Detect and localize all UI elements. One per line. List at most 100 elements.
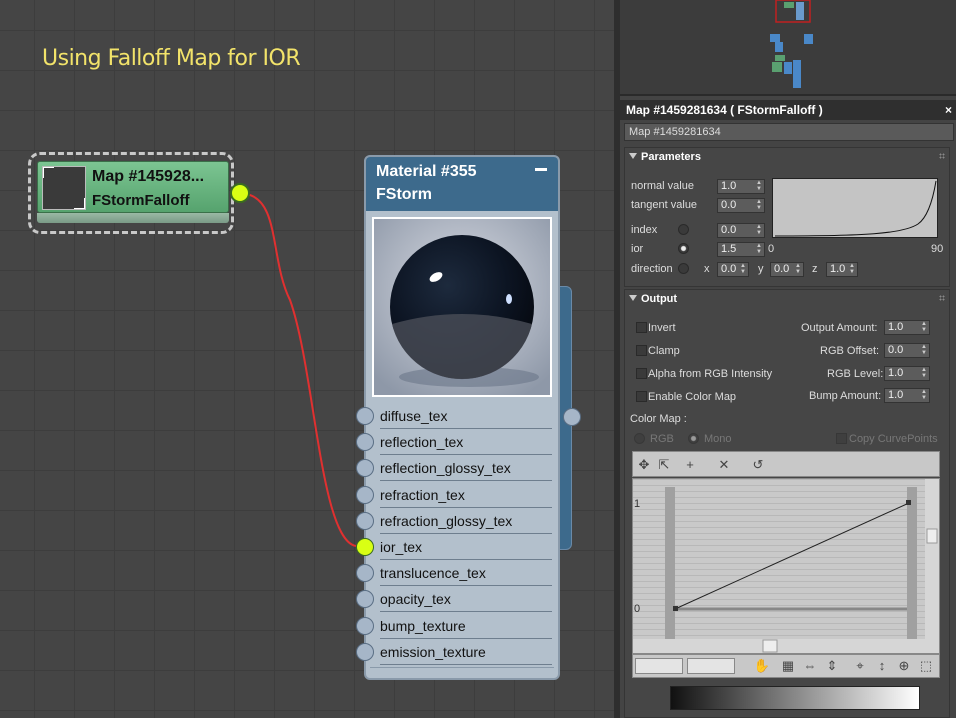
tangent-value-spinner[interactable]: 0.0 ▲ ▼ — [717, 198, 765, 213]
scale-point-icon[interactable]: ⇱ — [655, 456, 673, 474]
ior-value: 1.5 — [721, 243, 737, 255]
zoom-vertical-icon[interactable]: ⇕ — [823, 657, 841, 675]
tangent-value-label: tangent value — [631, 199, 698, 211]
y-spinner[interactable]: 0.0 ▲ ▼ — [770, 262, 804, 277]
mono-label: Mono — [704, 433, 732, 445]
clamp-checkbox[interactable] — [636, 345, 647, 356]
material-slot-emission-texture[interactable]: emission_texture — [356, 639, 558, 665]
rgb-level-label: RGB Level: — [827, 368, 884, 380]
parameters-rollup-header[interactable]: Parameters — [625, 148, 949, 168]
copy-curvepoints-checkbox[interactable] — [836, 433, 847, 444]
minimize-icon[interactable] — [534, 165, 548, 173]
slot-label: refraction_tex — [380, 486, 465, 503]
scale-icon[interactable]: ↕ — [873, 657, 891, 675]
rgb-level-value: 1.0 — [888, 367, 904, 379]
navigator-view[interactable] — [620, 0, 956, 96]
direction-radio[interactable] — [678, 263, 689, 274]
move-icon[interactable]: ✥ — [635, 456, 653, 474]
tangent-value: 0.0 — [721, 199, 737, 211]
rgb-level-spinner[interactable]: 1.0 ▲ ▼ — [884, 366, 930, 381]
zoom-extents-icon[interactable]: ▦ — [779, 657, 797, 675]
material-slot-reflection-glossy-tex[interactable]: reflection_glossy_tex — [356, 455, 558, 482]
gradient-preview — [670, 686, 920, 710]
index-radio[interactable] — [678, 224, 689, 235]
color-map-graph[interactable] — [632, 478, 940, 654]
material-slot-refraction-glossy-tex[interactable]: refraction_glossy_tex — [356, 508, 558, 534]
z-spinner[interactable]: 1.0 ▲ ▼ — [826, 262, 858, 277]
output-rollup-header[interactable]: Output — [625, 290, 949, 310]
map-node-footer — [37, 213, 229, 223]
falloff-curve-graph — [772, 178, 938, 238]
coord-field-y[interactable] — [687, 658, 735, 674]
ior-spinner[interactable]: 1.5 ▲ ▼ — [717, 242, 765, 257]
input-socket[interactable] — [356, 564, 374, 583]
copy-curvepoints-label: Copy CurvePoints — [849, 433, 938, 445]
material-slot-bump-texture[interactable]: bump_texture — [356, 613, 558, 639]
enable-color-map-checkbox[interactable] — [636, 391, 647, 402]
zoom-region-box-icon[interactable]: ⬚ — [917, 657, 935, 675]
material-slot-refraction-tex[interactable]: refraction_tex — [356, 482, 558, 508]
input-socket[interactable] — [356, 459, 374, 478]
color-map-label: Color Map : — [630, 413, 687, 425]
close-icon[interactable]: × — [945, 103, 952, 117]
zoom-region-icon[interactable]: ⌖ — [851, 657, 869, 675]
normal-value-spinner[interactable]: 1.0 ▲ ▼ — [717, 179, 765, 194]
zoom-horizontal-icon[interactable]: ⇔ — [801, 657, 819, 675]
map-output-socket[interactable] — [230, 183, 250, 203]
input-socket[interactable] — [356, 433, 374, 452]
rgb-label: RGB — [650, 433, 674, 445]
map-node-header: Map #145928... FStormFalloff — [37, 161, 229, 213]
panel-title: Map #1459281634 ( FStormFalloff ) × — [620, 100, 956, 120]
node-editor-canvas[interactable]: Using Falloff Map for IOR Map #145928...… — [0, 0, 614, 718]
input-socket[interactable] — [356, 642, 374, 661]
coord-field-x[interactable] — [635, 658, 683, 674]
map-name-field[interactable]: Map #1459281634 — [624, 123, 954, 141]
grip-icon — [939, 295, 945, 301]
slot-label: reflection_tex — [380, 434, 464, 451]
output-amount-value: 1.0 — [888, 321, 904, 333]
input-socket[interactable] — [356, 407, 374, 425]
input-socket[interactable] — [356, 590, 374, 609]
material-slot-opacity-tex[interactable]: opacity_tex — [356, 586, 558, 613]
material-output-socket[interactable] — [563, 408, 581, 426]
input-socket[interactable] — [356, 485, 374, 504]
material-slot-reflection-tex[interactable]: reflection_tex — [356, 429, 558, 456]
alpha-checkbox[interactable] — [636, 368, 647, 379]
rgb-offset-spinner[interactable]: 0.0 ▲ ▼ — [884, 343, 930, 358]
slot-label: opacity_tex — [380, 591, 451, 608]
reset-curve-icon[interactable]: ↺ — [749, 456, 767, 474]
bump-amount-spinner[interactable]: 1.0 ▲ ▼ — [884, 388, 930, 403]
add-point-icon[interactable]: + — [681, 456, 699, 474]
index-spinner[interactable]: 0.0 ▲ ▼ — [717, 223, 765, 238]
normal-value: 1.0 — [721, 180, 737, 192]
map-thumbnail — [42, 166, 86, 210]
y-value: 0.0 — [774, 263, 790, 275]
material-slot-translucence-tex[interactable]: translucence_tex — [356, 560, 558, 587]
slot-label: translucence_tex — [380, 565, 486, 582]
slot-label: diffuse_tex — [380, 408, 448, 424]
material-slot-diffuse-tex[interactable]: diffuse_tex — [356, 403, 558, 429]
input-socket[interactable] — [356, 538, 374, 556]
map-node[interactable]: Map #145928... FStormFalloff — [28, 152, 234, 234]
ior-radio[interactable] — [678, 243, 689, 254]
curve-max-label: 90 — [931, 243, 944, 255]
mono-radio[interactable] — [688, 433, 699, 444]
invert-checkbox[interactable] — [636, 322, 647, 333]
x-spinner[interactable]: 0.0 ▲ ▼ — [717, 262, 749, 277]
index-value: 0.0 — [721, 224, 737, 236]
material-slot-ior-tex[interactable]: ior_tex — [356, 534, 558, 560]
zoom-icon[interactable]: ⊕ — [895, 657, 913, 675]
slot-divider — [380, 663, 552, 665]
delete-point-icon[interactable]: ✕ — [715, 456, 733, 474]
pan-icon[interactable]: ✋ — [753, 657, 771, 675]
normal-value-label: normal value — [631, 180, 694, 192]
index-label: index — [631, 224, 658, 236]
color-map-toolbar: ✥ ⇱ + ✕ ↺ — [632, 451, 940, 477]
map-node-subtitle: FStormFalloff — [92, 192, 190, 209]
rgb-radio[interactable] — [634, 433, 645, 444]
material-node[interactable]: Material #355 FStorm diffuse_tex reflect… — [356, 155, 560, 680]
enable-color-map-label: Enable Color Map — [648, 391, 737, 403]
input-socket[interactable] — [356, 616, 374, 635]
output-amount-spinner[interactable]: 1.0 ▲ ▼ — [884, 320, 930, 335]
input-socket[interactable] — [356, 511, 374, 530]
